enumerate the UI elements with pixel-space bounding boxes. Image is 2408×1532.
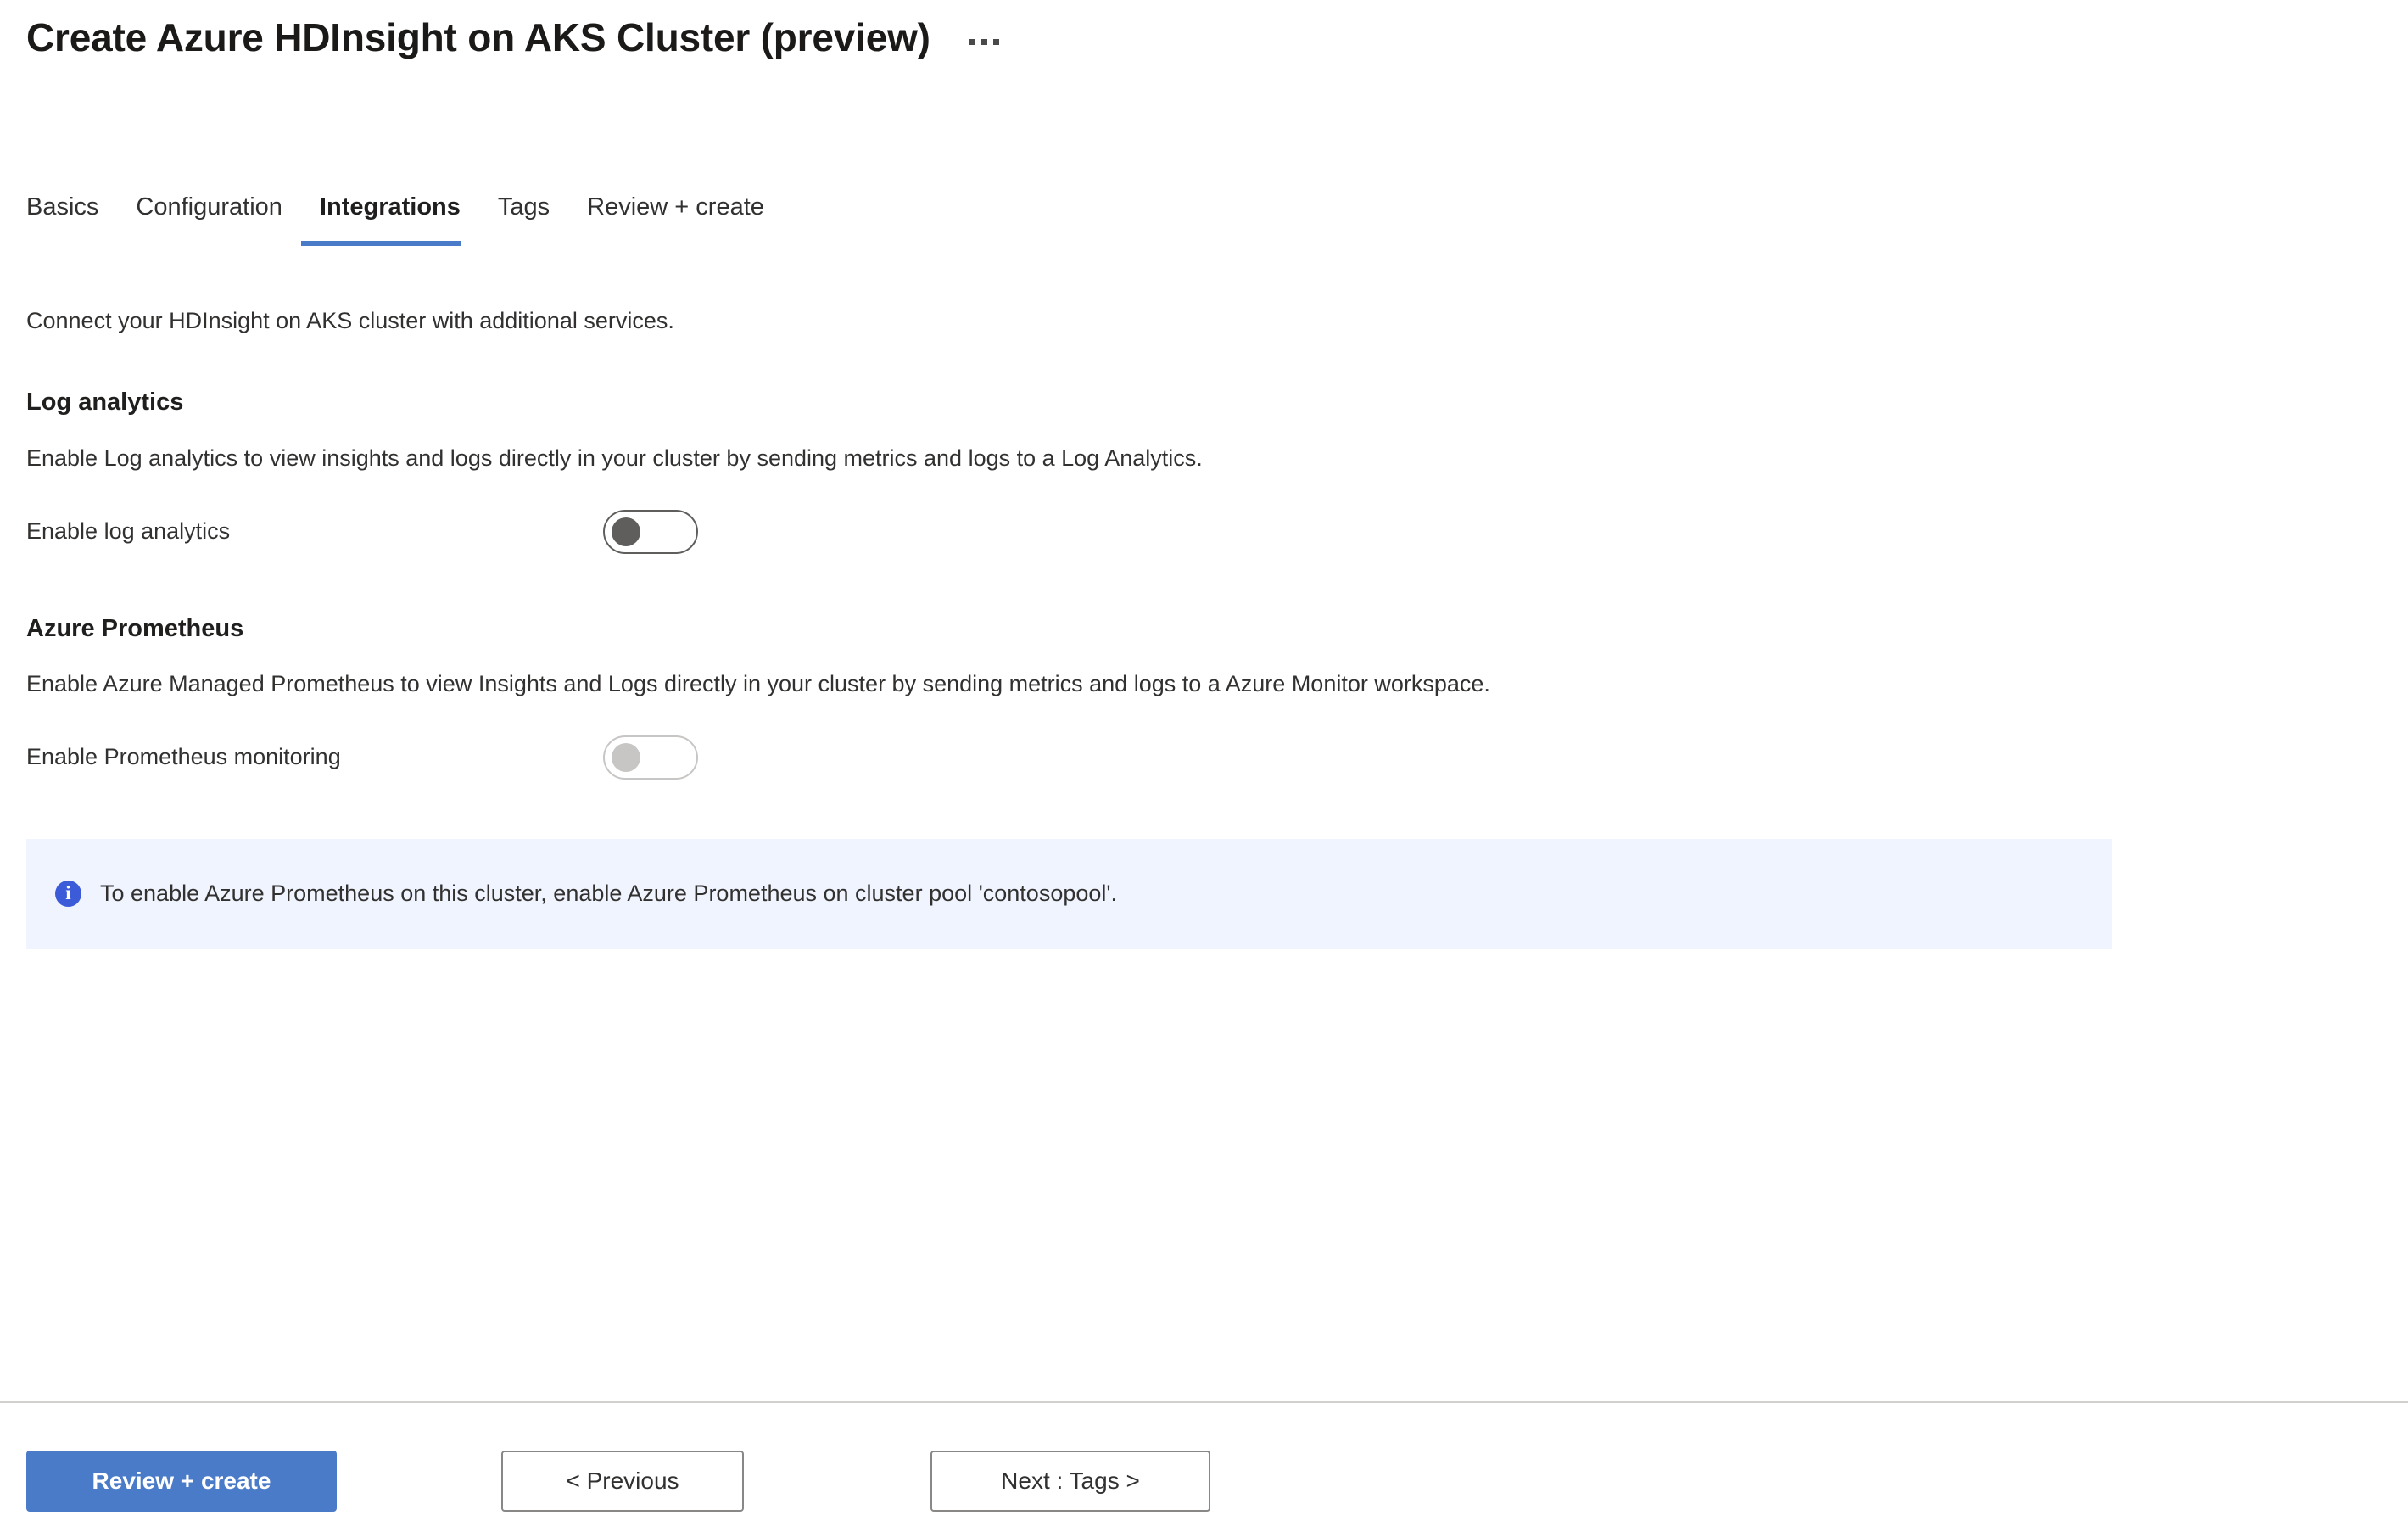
tab-label: Integrations — [319, 193, 461, 221]
toggle-enable-prometheus-monitoring — [603, 735, 698, 780]
section-title-azure-prometheus: Azure Prometheus — [26, 614, 244, 642]
tab-label: Basics — [26, 193, 99, 221]
section-log-analytics: Log analytics Enable Log analytics to vi… — [26, 387, 2382, 554]
next-tags-button[interactable]: Next : Tags > — [930, 1451, 1210, 1512]
footer-divider — [0, 1401, 2408, 1403]
tab-configuration[interactable]: Configuration — [117, 192, 301, 246]
toggle-enable-log-analytics[interactable] — [603, 509, 698, 554]
toggle-thumb — [612, 742, 640, 772]
toggle-row-prometheus-monitoring: Enable Prometheus monitoring — [26, 735, 2382, 780]
tab-integrations[interactable]: Integrations — [300, 192, 479, 246]
section-description-azure-prometheus: Enable Azure Managed Prometheus to view … — [26, 671, 1490, 697]
section-title-log-analytics: Log analytics — [26, 389, 184, 417]
tab-label: Configuration — [136, 193, 282, 221]
info-circle-icon: i — [55, 881, 81, 908]
ellipsis-dot — [992, 38, 999, 45]
tab-basics[interactable]: Basics — [26, 192, 117, 246]
previous-button[interactable]: < Previous — [501, 1451, 744, 1512]
ellipsis-dot — [981, 38, 987, 45]
toggle-thumb — [612, 517, 640, 546]
toggle-label-log-analytics: Enable log analytics — [26, 518, 231, 545]
tab-label: Tags — [497, 193, 550, 221]
intro-text: Connect your HDInsight on AKS cluster wi… — [26, 308, 674, 333]
tab-review-create[interactable]: Review + create — [568, 192, 783, 246]
ellipsis-dot — [969, 38, 975, 45]
section-description-log-analytics: Enable Log analytics to view insights an… — [26, 445, 1203, 472]
page-header: Create Azure HDInsight on AKS Cluster (p… — [26, 15, 1004, 60]
page-title: Create Azure HDInsight on AKS Cluster (p… — [26, 15, 930, 59]
info-banner: i To enable Azure Prometheus on this clu… — [26, 838, 2112, 949]
info-banner-text: To enable Azure Prometheus on this clust… — [100, 881, 1118, 907]
toggle-row-log-analytics: Enable log analytics — [26, 509, 2382, 554]
tab-label: Review + create — [587, 193, 764, 221]
footer-actions: Review + create < Previous Next : Tags > — [26, 1451, 1210, 1512]
tab-tags[interactable]: Tags — [479, 192, 568, 246]
wizard-tabs: Basics Configuration Integrations Tags R… — [26, 192, 783, 246]
ellipsis-icon[interactable] — [964, 32, 1004, 57]
toggle-label-prometheus-monitoring: Enable Prometheus monitoring — [26, 744, 341, 770]
section-azure-prometheus: Azure Prometheus Enable Azure Managed Pr… — [26, 613, 2382, 780]
review-create-button[interactable]: Review + create — [26, 1451, 337, 1512]
main-content: Connect your HDInsight on AKS cluster wi… — [26, 305, 2382, 949]
